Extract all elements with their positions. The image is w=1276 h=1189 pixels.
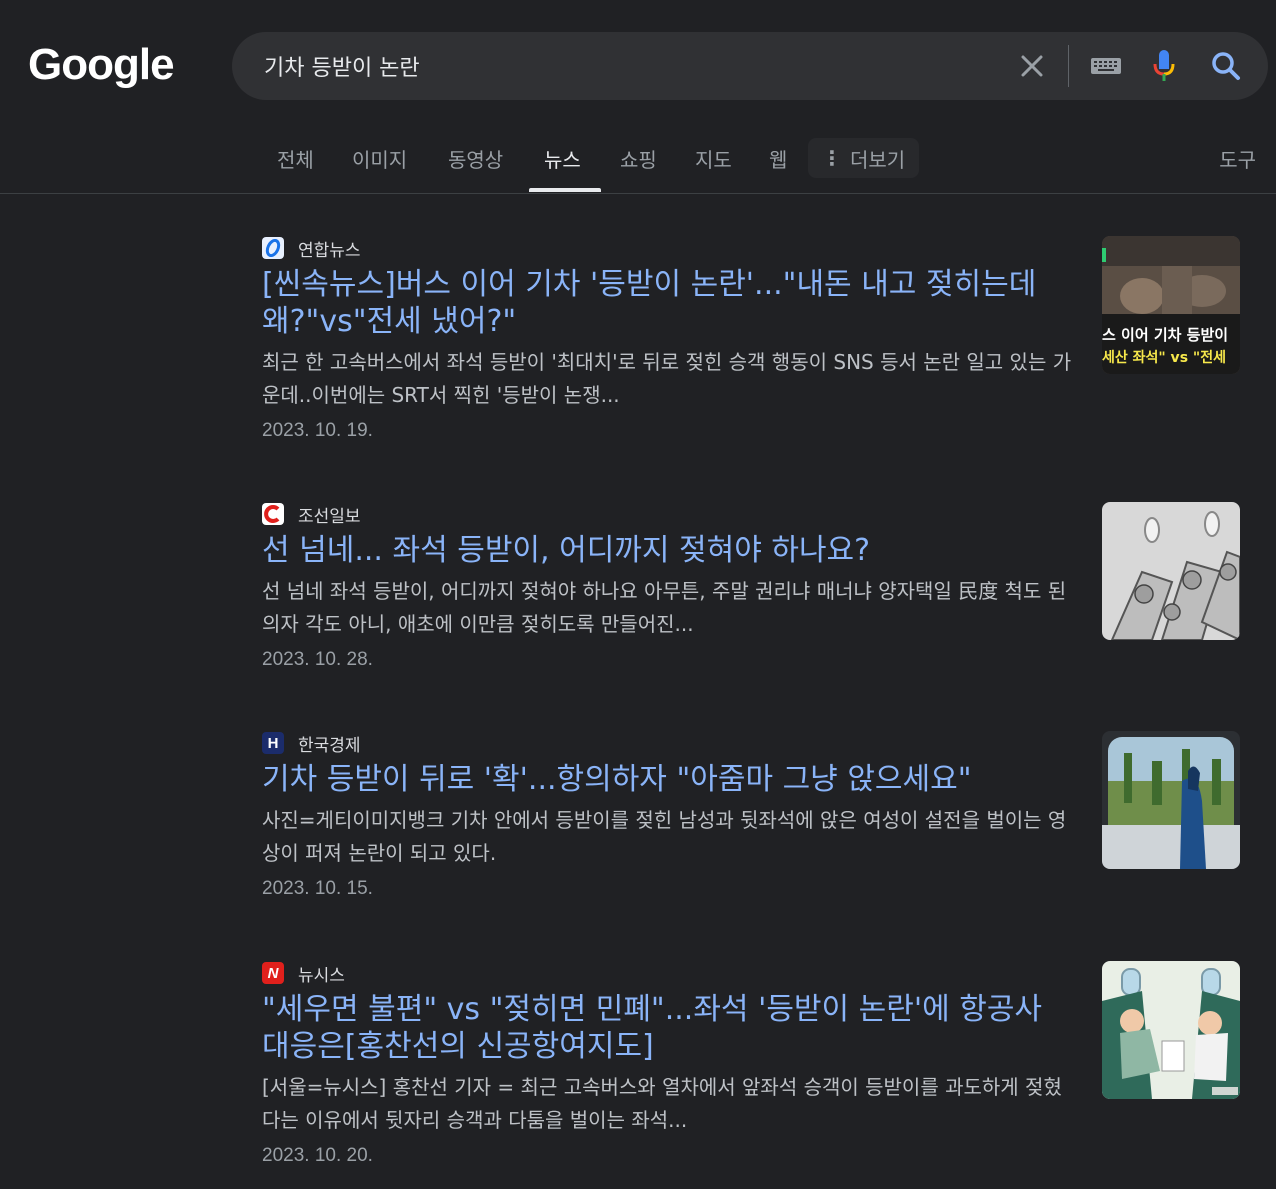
tab-news[interactable]: 뉴스 bbox=[544, 144, 581, 173]
result-date: 2023. 10. 28. bbox=[262, 649, 373, 670]
result-snippet: 사진=게티이미지뱅크 기차 안에서 등받이를 젖힌 남성과 뒷좌석에 앉은 여성… bbox=[262, 808, 1067, 865]
more-vert-icon: ⋮ bbox=[822, 146, 842, 170]
result-date: 2023. 10. 20. bbox=[262, 1145, 373, 1166]
yonhap-favicon bbox=[262, 237, 284, 259]
thumbnail-caption: 스 이어 기차 등받이 bbox=[1102, 326, 1228, 344]
tools-button[interactable]: 도구 bbox=[1219, 144, 1256, 173]
more-label: 더보기 bbox=[850, 147, 906, 172]
result-snippet: 최근 한 고속버스에서 좌석 등받이 '최대치'로 뒤로 젖힌 승객 행동이 S… bbox=[262, 350, 1072, 407]
result-thumbnail[interactable] bbox=[1102, 961, 1240, 1099]
result-date: 2023. 10. 19. bbox=[262, 420, 373, 441]
news-result: N 뉴시스 "세우면 불편" vs "젖히면 민폐"...좌석 '등받이 논란'… bbox=[262, 961, 1252, 1167]
tab-images[interactable]: 이미지 bbox=[352, 144, 407, 173]
tab-shopping[interactable]: 쇼핑 bbox=[620, 144, 657, 173]
result-snippet: [서울=뉴시스] 홍찬선 기자 = 최근 고속버스와 열차에서 앞좌석 승객이 … bbox=[262, 1075, 1062, 1132]
newsis-favicon: N bbox=[262, 962, 284, 984]
active-tab-indicator bbox=[529, 188, 601, 192]
search-icon[interactable] bbox=[1204, 32, 1248, 100]
search-divider bbox=[1068, 45, 1069, 87]
thumbnail-caption: 세산 좌석" vs "전세 bbox=[1102, 349, 1226, 366]
source-name: 연합뉴스 bbox=[298, 240, 361, 261]
result-title-link[interactable]: "세우면 불편" vs "젖히면 민폐"...좌석 '등받이 논란'에 항공사 … bbox=[262, 991, 1074, 1065]
header-divider bbox=[0, 193, 1276, 194]
result-thumbnail[interactable] bbox=[1102, 502, 1240, 640]
search-box[interactable]: 기차 등받이 논란 bbox=[232, 32, 1268, 100]
result-date: 2023. 10. 15. bbox=[262, 878, 373, 899]
keyboard-icon[interactable] bbox=[1084, 32, 1128, 100]
source-name: 뉴시스 bbox=[298, 965, 345, 986]
tab-videos[interactable]: 동영상 bbox=[448, 144, 503, 173]
chosun-favicon bbox=[262, 503, 284, 525]
tab-web[interactable]: 웹 bbox=[769, 144, 787, 173]
more-button[interactable]: ⋮ 더보기 bbox=[808, 138, 920, 178]
news-result: H 한국경제 기차 등받이 뒤로 '확'...항의하자 "아줌마 그냥 앉으세요… bbox=[262, 731, 1252, 900]
clear-icon[interactable] bbox=[1012, 32, 1052, 100]
result-thumbnail[interactable] bbox=[1102, 731, 1240, 869]
tab-all[interactable]: 전체 bbox=[277, 144, 314, 173]
news-result: 연합뉴스 [씬속뉴스]버스 이어 기차 '등받이 논란'..."내돈 내고 젖히… bbox=[262, 236, 1252, 442]
search-input[interactable]: 기차 등받이 논란 bbox=[264, 50, 420, 82]
tab-maps[interactable]: 지도 bbox=[695, 144, 732, 173]
source-name: 조선일보 bbox=[298, 506, 361, 527]
result-snippet: 선 넘네 좌석 등받이, 어디까지 젖혀야 하나요 아무튼, 주말 권리냐 매너… bbox=[262, 579, 1067, 636]
google-logo[interactable]: Google bbox=[28, 40, 175, 90]
result-title-link[interactable]: [씬속뉴스]버스 이어 기차 '등받이 논란'..."내돈 내고 젖히는데 왜?… bbox=[262, 266, 1074, 340]
search-tabs: 전체 이미지 동영상 뉴스 쇼핑 지도 웹 ⋮ 더보기 도구 bbox=[0, 128, 1276, 192]
result-title-link[interactable]: 선 넘네... 좌석 등받이, 어디까지 젖혀야 하나요? bbox=[262, 532, 1074, 569]
news-result: 조선일보 선 넘네... 좌석 등받이, 어디까지 젖혀야 하나요? 선 넘네 … bbox=[262, 502, 1252, 671]
mic-icon[interactable] bbox=[1144, 32, 1184, 100]
source-name: 한국경제 bbox=[298, 735, 361, 756]
result-thumbnail[interactable]: 스 이어 기차 등받이 세산 좌석" vs "전세 bbox=[1102, 236, 1240, 374]
hankyung-favicon: H bbox=[262, 732, 284, 754]
result-title-link[interactable]: 기차 등받이 뒤로 '확'...항의하자 "아줌마 그냥 앉으세요" bbox=[262, 761, 1074, 798]
